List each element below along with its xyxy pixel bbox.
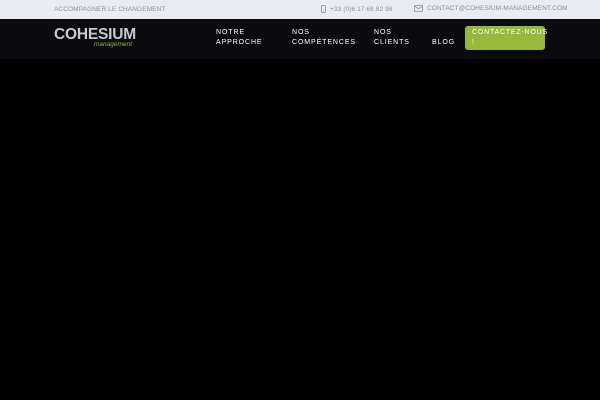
cta-label-line1: CONTACTEZ-NOUS <box>472 29 549 36</box>
nav-label-line2: COMPÉTENCES <box>292 39 356 46</box>
nav-nos-clients[interactable]: NOS CLIENTS <box>374 28 410 48</box>
nav-blog[interactable]: BLOG <box>432 38 455 48</box>
nav-label-line1: BLOG <box>432 39 456 46</box>
cta-label-line2: ! <box>472 39 475 46</box>
nav-label-line1: NOS <box>292 29 310 36</box>
nav-label-line1: NOTRE <box>216 29 245 36</box>
main-header: COHESIUM management NOTRE APPROCHE NOS C… <box>0 19 600 59</box>
mobile-phone-icon <box>321 5 326 13</box>
nav-label-line1: NOS <box>374 29 392 36</box>
nav-label-line2: APPROCHE <box>216 39 263 46</box>
envelope-icon <box>414 5 423 12</box>
contact-us-button[interactable]: CONTACTEZ-NOUS ! <box>465 26 549 50</box>
cohesium-logo[interactable]: COHESIUM management <box>54 26 136 50</box>
hero-section <box>0 59 600 400</box>
phone-number[interactable]: +33 (0)6 17 68 82 98 <box>330 6 393 13</box>
nav-nos-competences[interactable]: NOS COMPÉTENCES <box>292 28 356 48</box>
email-contact[interactable]: CONTACT@COHESIUM-MANAGEMENT.COM <box>414 5 568 12</box>
logo-subtitle: management <box>94 41 132 48</box>
top-bar: ACCOMPAGNER LE CHANGEMENT +33 (0)6 17 68… <box>0 0 600 19</box>
nav-label-line2: CLIENTS <box>374 39 410 46</box>
tagline: ACCOMPAGNER LE CHANGEMENT <box>54 6 166 13</box>
phone-contact[interactable]: +33 (0)6 17 68 82 98 <box>321 5 393 13</box>
email-address[interactable]: CONTACT@COHESIUM-MANAGEMENT.COM <box>427 5 568 12</box>
nav-notre-approche[interactable]: NOTRE APPROCHE <box>216 28 263 48</box>
